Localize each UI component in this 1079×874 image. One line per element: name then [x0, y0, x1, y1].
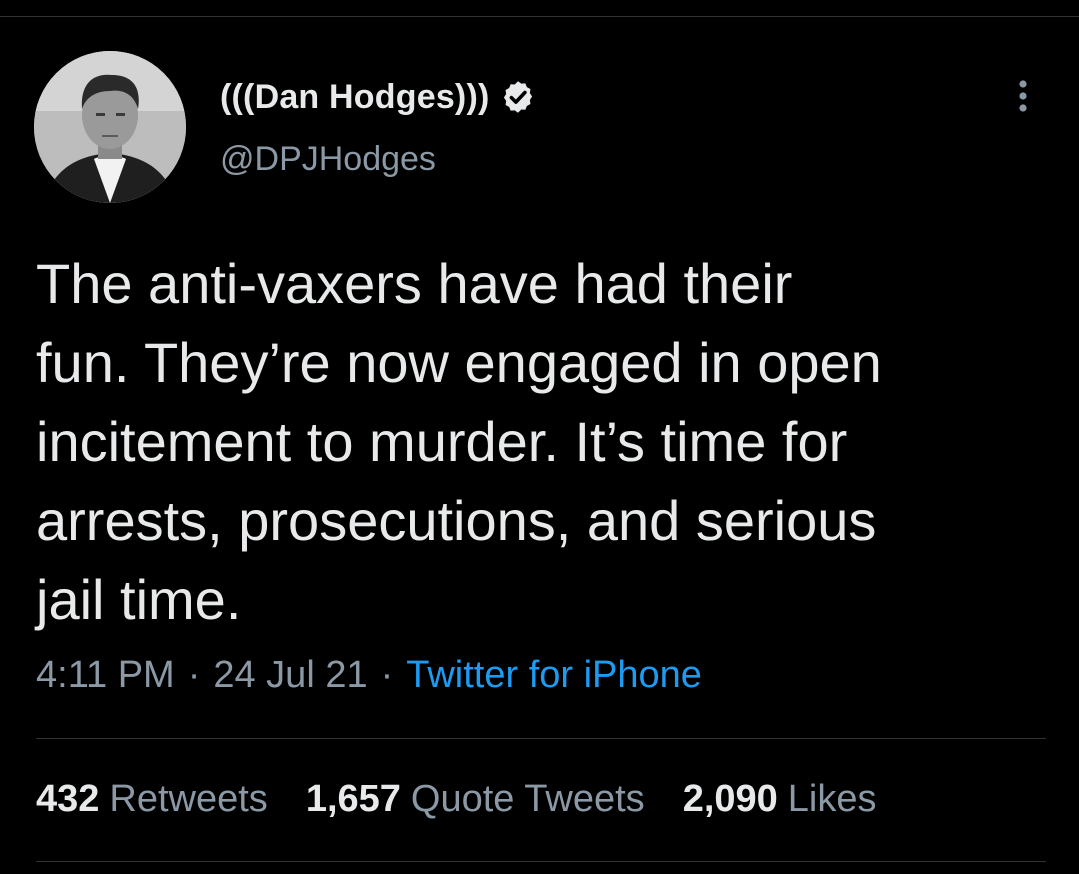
retweets-label: Retweets — [109, 778, 268, 820]
tweet-text-line: The anti-vaxers have had their — [36, 252, 793, 315]
likes-count: 2,090 — [682, 778, 778, 820]
tweet-source-link[interactable]: Twitter for iPhone — [406, 654, 702, 697]
likes-stat[interactable]: 2,090 Likes — [683, 778, 877, 821]
verified-badge-icon — [503, 81, 532, 113]
more-options-button[interactable] — [1006, 74, 1040, 118]
author-display-name[interactable]: (((Dan Hodges))) — [220, 78, 490, 117]
top-divider — [0, 16, 1079, 17]
tweet-stats: 432 Retweets 1,657 Quote Tweets 2,090 Likes — [36, 778, 915, 821]
tweet-text-line: arrests, prosecutions, and serious — [36, 489, 877, 552]
author-handle[interactable]: @DPJHodges — [220, 140, 436, 179]
stats-divider-bottom — [36, 861, 1046, 862]
tweet-meta: 4:11 PM · 24 Jul 21 · Twitter for iPhone — [36, 654, 702, 697]
tweet-date[interactable]: 24 Jul 21 — [213, 654, 367, 697]
meta-separator: · — [187, 654, 201, 696]
tweet-text-line: fun. They’re now engaged in open — [36, 331, 882, 394]
quote-tweets-stat[interactable]: 1,657 Quote Tweets — [306, 778, 645, 821]
tweet-text-line: incitement to murder. It’s time for — [36, 410, 848, 473]
tweet-time[interactable]: 4:11 PM — [36, 654, 175, 697]
avatar-photo — [34, 51, 186, 203]
more-vertical-icon — [1019, 80, 1027, 112]
stats-divider-top — [36, 738, 1046, 739]
retweets-count: 432 — [36, 778, 100, 820]
retweets-stat[interactable]: 432 Retweets — [36, 778, 268, 821]
quote-tweets-count: 1,657 — [305, 778, 401, 820]
tweet-text: The anti-vaxers have had their fun. They… — [36, 244, 1016, 639]
likes-label: Likes — [787, 778, 877, 820]
meta-separator: · — [380, 654, 394, 696]
avatar[interactable] — [34, 51, 186, 203]
quote-tweets-label: Quote Tweets — [410, 778, 645, 820]
tweet-text-line: jail time. — [36, 568, 242, 631]
author-name-row[interactable]: (((Dan Hodges))) — [220, 72, 536, 122]
